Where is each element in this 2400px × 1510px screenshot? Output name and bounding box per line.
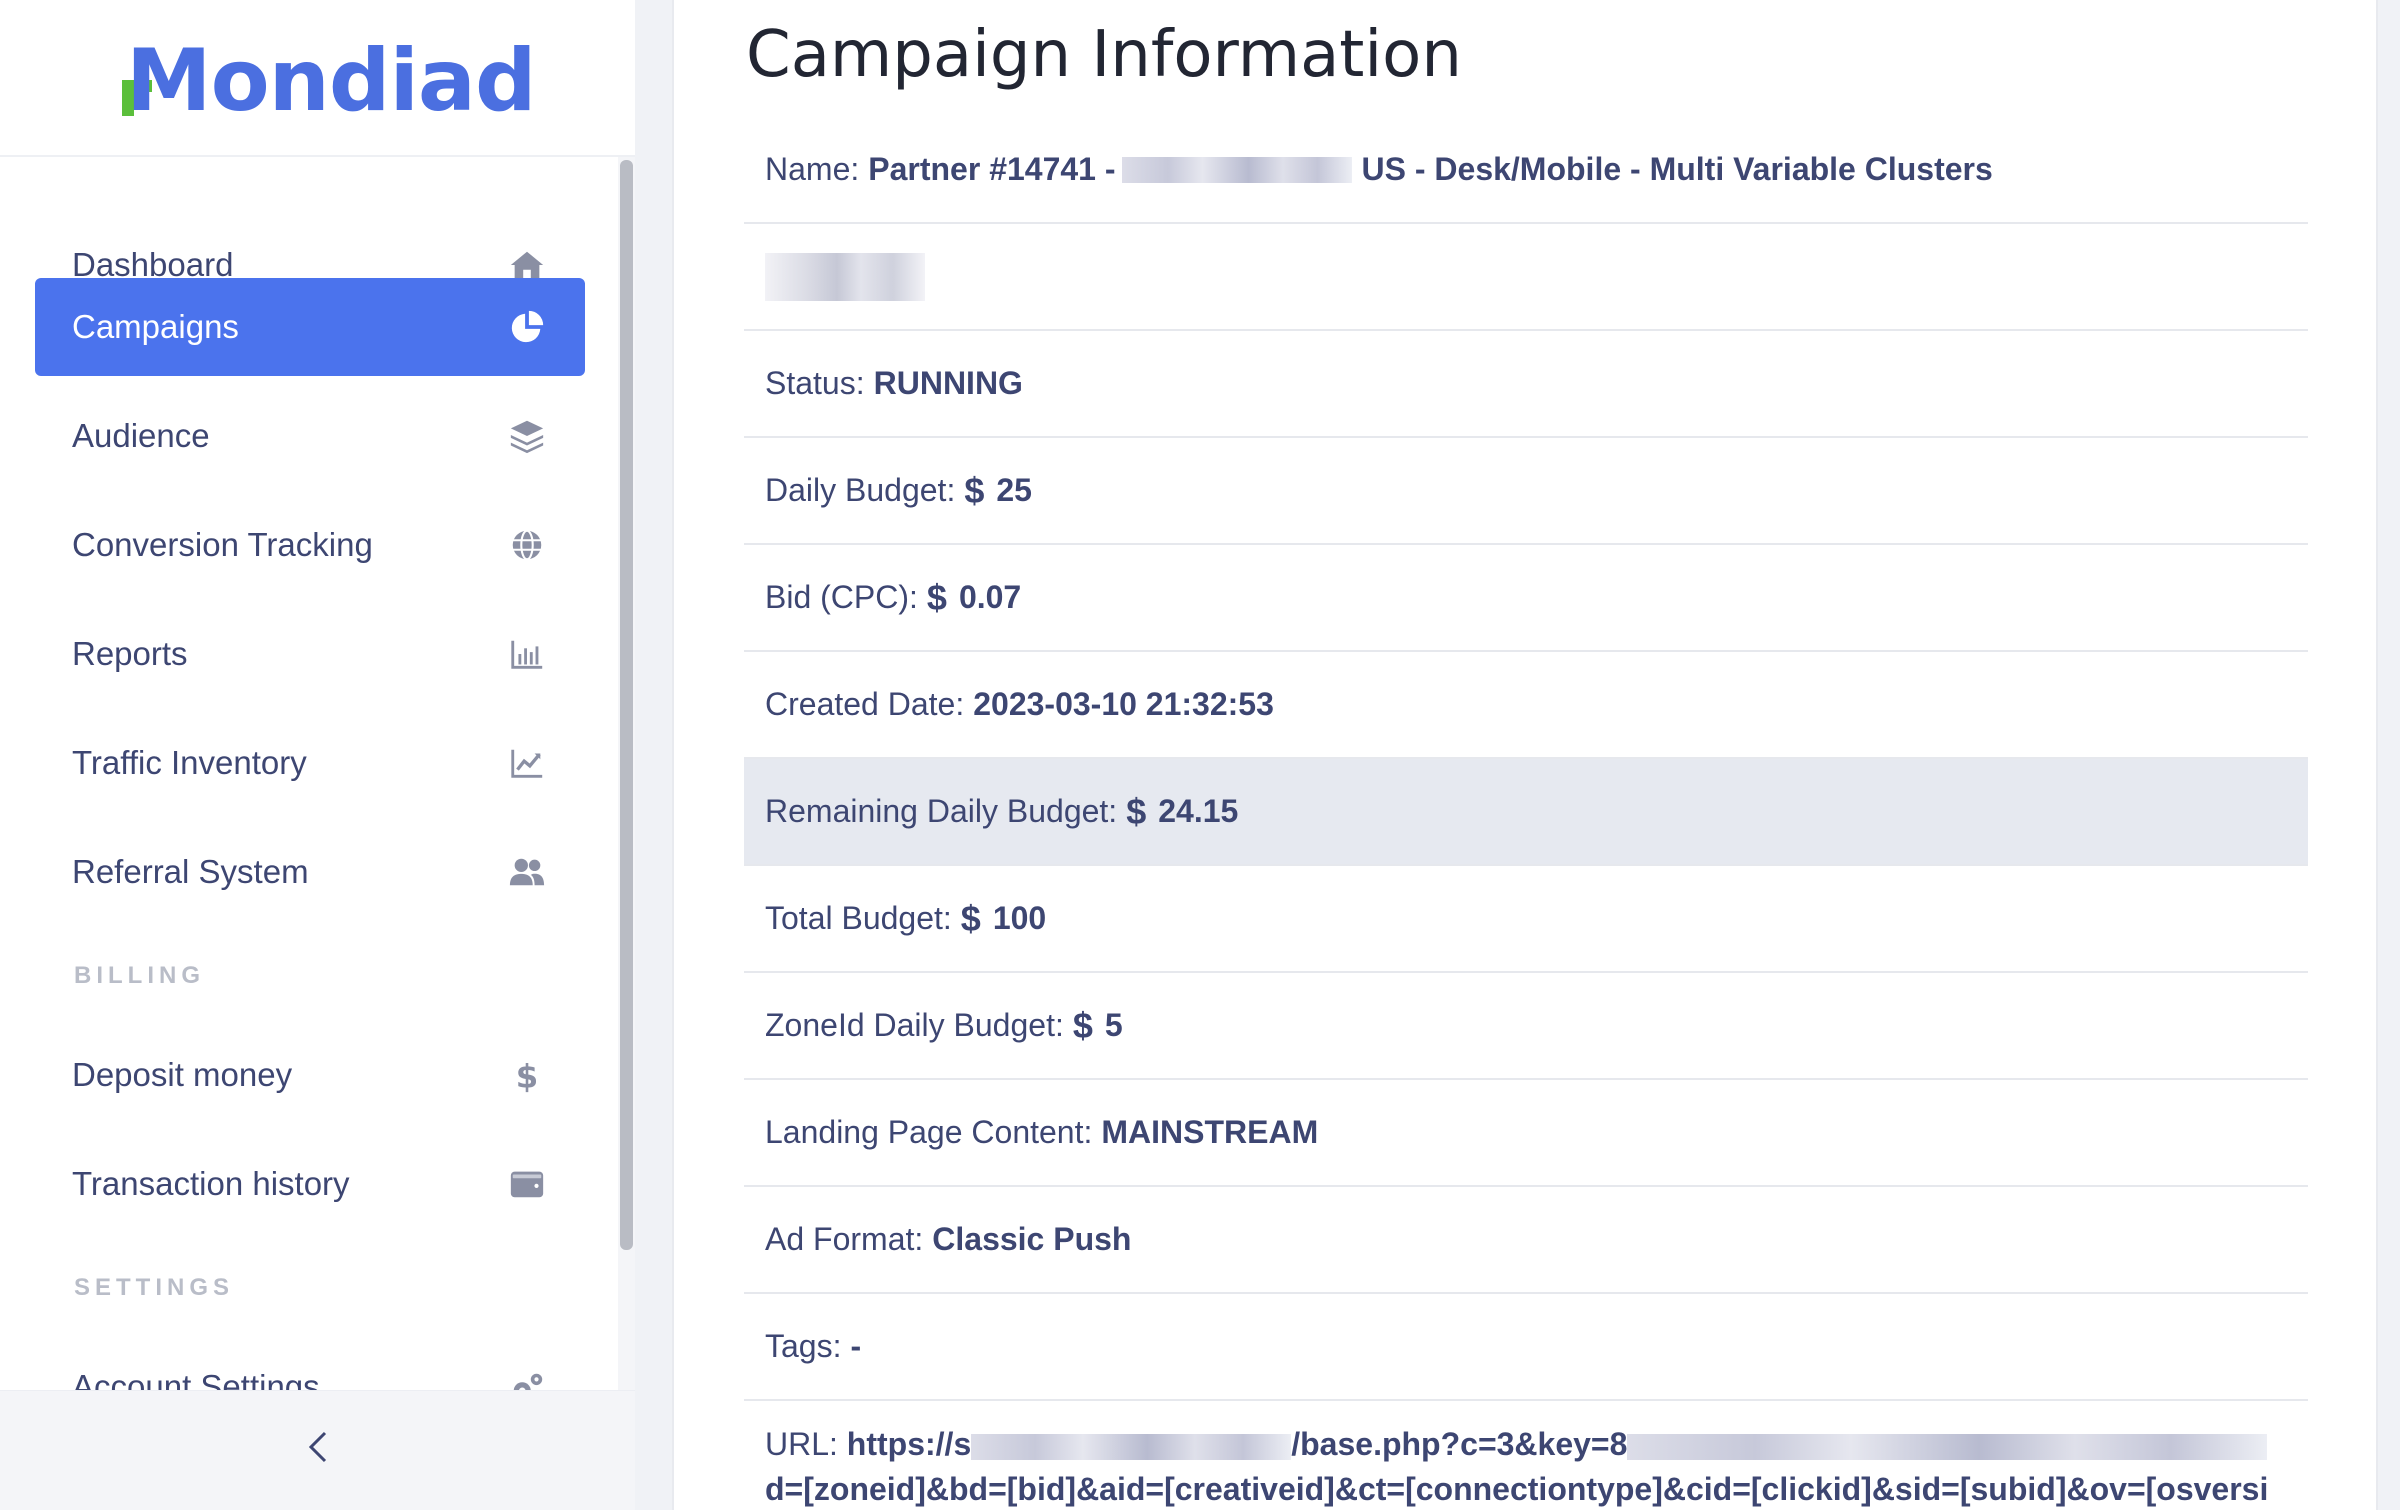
row-bid: Bid (CPC): $ 0.07 [744, 545, 2308, 652]
sidebar-item-traffic-inventory[interactable]: Traffic Inventory [35, 714, 585, 812]
redacted-block [1627, 1433, 2268, 1460]
created-date-value: 2023-03-10 21:32:53 [973, 686, 1274, 722]
line-chart-icon [507, 743, 547, 783]
bid-label: Bid (CPC): [765, 579, 918, 615]
sidebar-item-label: Reports [72, 635, 188, 672]
sidebar-item-label: Deposit money [72, 1056, 293, 1093]
sidebar-item-conversion-tracking[interactable]: Conversion Tracking [35, 496, 585, 594]
sidebar-item-label: Account Settings [72, 1368, 320, 1390]
bar-chart-icon [507, 634, 547, 674]
total-budget-label: Total Budget: [765, 900, 952, 936]
url-value-part1[interactable]: https://s [847, 1426, 971, 1462]
sidebar-item-label: Referral System [72, 853, 309, 890]
remaining-budget-label: Remaining Daily Budget: [765, 793, 1118, 829]
dollar-icon: $ [964, 469, 985, 511]
total-budget-value: 100 [992, 900, 1047, 936]
redacted-block [765, 252, 925, 301]
daily-budget-label: Daily Budget: [765, 472, 956, 508]
layers-icon [507, 416, 547, 456]
svg-text:$: $ [516, 1057, 538, 1094]
name-label: Name: [765, 151, 860, 187]
sidebar-item-reports[interactable]: Reports [35, 605, 585, 703]
page-title: Campaign Information [746, 18, 1462, 92]
name-value-suffix: US - Desk/Mobile - Multi Variable Cluste… [1361, 151, 1993, 187]
sidebar: Mondiad Dashboard Campaigns Audience Con… [0, 0, 635, 1510]
row-ad-format: Ad Format: Classic Push [744, 1187, 2308, 1294]
collapse-sidebar-button[interactable] [290, 1419, 346, 1475]
url-line-1: URL: https://s/base.php?c=3&key=8 [765, 1426, 2308, 1463]
brand-logo[interactable]: Mondiad [126, 38, 537, 124]
sidebar-item-referral-system[interactable]: Referral System [35, 823, 585, 921]
remaining-budget-value: 24.15 [1158, 793, 1239, 829]
dollar-icon: $ [1072, 1004, 1093, 1046]
dollar-icon: $ [960, 897, 981, 939]
sidebar-item-label: Campaigns [72, 308, 239, 345]
redacted-block [1121, 156, 1352, 183]
dollar-icon: $ [926, 576, 947, 618]
wallet-icon [507, 1164, 547, 1204]
sidebar-item-label: Traffic Inventory [72, 744, 307, 781]
sidebar-nav: Dashboard Campaigns Audience Conversion … [0, 157, 635, 1390]
row-remaining-daily-budget: Remaining Daily Budget: $ 24.15 [744, 759, 2308, 866]
sidebar-item-deposit-money[interactable]: Deposit money $ [35, 1026, 585, 1124]
gears-icon [507, 1367, 547, 1390]
billing-section-label: BILLING [74, 962, 205, 989]
name-value-prefix: Partner #14741 - [868, 151, 1116, 187]
logo-area: Mondiad [0, 0, 635, 157]
sidebar-item-label: Conversion Tracking [72, 526, 373, 563]
row-landing-page-content: Landing Page Content: MAINSTREAM [744, 1080, 2308, 1187]
created-date-label: Created Date: [765, 686, 965, 722]
ad-format-value: Classic Push [932, 1221, 1132, 1257]
row-daily-budget: Daily Budget: $ 25 [744, 438, 2308, 545]
sidebar-item-campaigns[interactable]: Campaigns [35, 278, 585, 376]
row-url: URL: https://s/base.php?c=3&key=8 d=[zon… [744, 1400, 2308, 1510]
row-zoneid-daily-budget: ZoneId Daily Budget: $ 5 [744, 973, 2308, 1080]
dollar-icon: $ [1126, 790, 1147, 832]
users-icon [507, 852, 547, 892]
sidebar-item-label: Audience [72, 417, 210, 454]
url-label: URL: [765, 1426, 838, 1462]
sidebar-item-transaction-history[interactable]: Transaction history [35, 1135, 585, 1233]
row-tags: Tags: - [744, 1294, 2308, 1401]
sidebar-item-label: Transaction history [72, 1165, 350, 1202]
globe-icon [507, 525, 547, 565]
tags-value: - [850, 1328, 862, 1364]
url-line-2[interactable]: d=[zoneid]&bd=[bid]&aid=[creativeid]&ct=… [765, 1471, 2308, 1508]
row-created-date: Created Date: 2023-03-10 21:32:53 [744, 652, 2308, 759]
sidebar-item-account-settings[interactable]: Account Settings [35, 1338, 585, 1390]
row-total-budget: Total Budget: $ 100 [744, 866, 2308, 973]
dollar-icon: $ [507, 1055, 547, 1095]
landing-page-label: Landing Page Content: [765, 1114, 1093, 1150]
zoneid-budget-label: ZoneId Daily Budget: [765, 1007, 1064, 1043]
url-value-part2[interactable]: /base.php?c=3&key=8 [1291, 1426, 1627, 1462]
landing-page-value: MAINSTREAM [1101, 1114, 1319, 1150]
daily-budget-value: 25 [996, 472, 1032, 508]
sidebar-scrollbar-thumb[interactable] [620, 160, 633, 1250]
chevron-left-icon [308, 1431, 327, 1463]
row-name: Name: Partner #14741 - US - Desk/Mobile … [744, 117, 2308, 224]
zoneid-budget-value: 5 [1104, 1007, 1123, 1043]
campaign-info-panel: Campaign Information Name: Partner #1474… [672, 0, 2378, 1510]
row-redacted [744, 224, 2308, 331]
sidebar-item-audience[interactable]: Audience [35, 387, 585, 485]
status-label: Status: [765, 365, 865, 401]
settings-section-label: SETTINGS [74, 1274, 235, 1301]
redacted-block [971, 1433, 1292, 1460]
row-status: Status: RUNNING [744, 331, 2308, 438]
status-value: RUNNING [873, 365, 1023, 401]
pie-chart-icon [507, 307, 547, 347]
bid-value: 0.07 [958, 579, 1022, 615]
tags-label: Tags: [765, 1328, 842, 1364]
sidebar-footer [0, 1390, 635, 1510]
ad-format-label: Ad Format: [765, 1221, 924, 1257]
